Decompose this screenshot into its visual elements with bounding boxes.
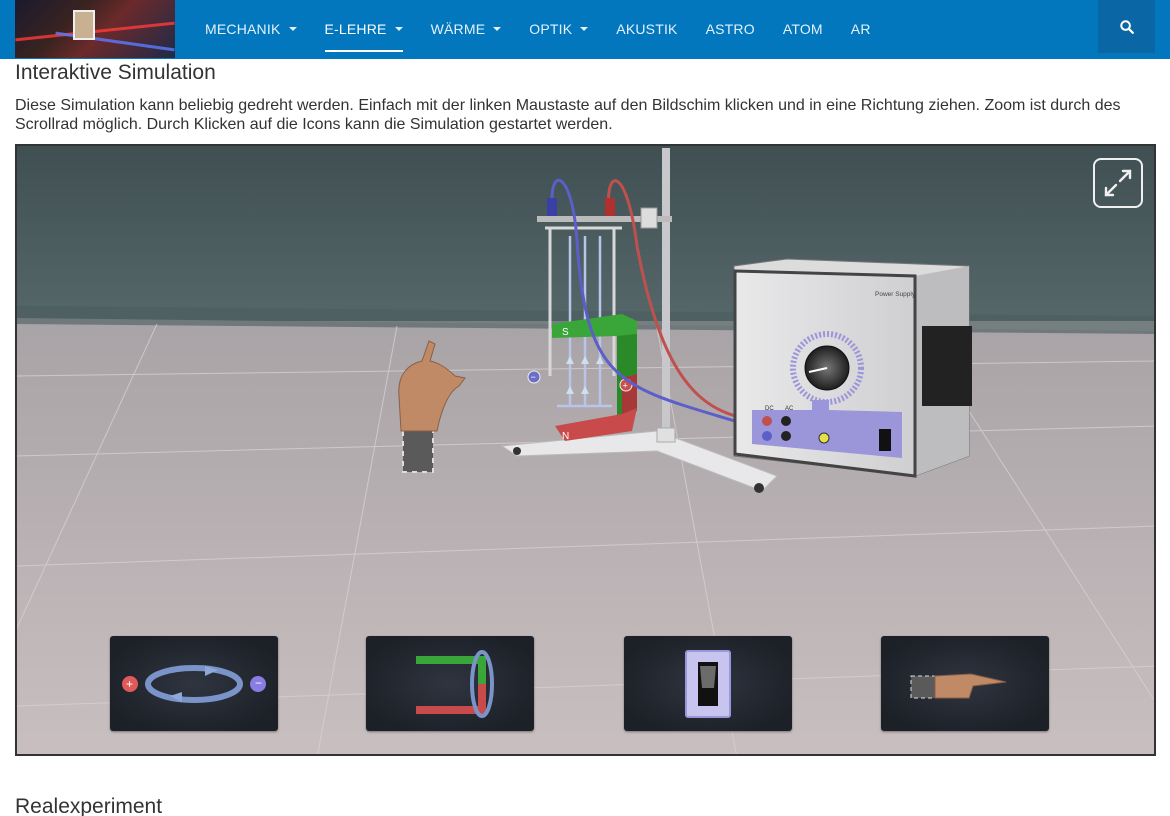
- nav-item-label: AKUSTIK: [616, 21, 678, 37]
- experiment-photo-logo[interactable]: [15, 0, 175, 58]
- nav-item-label: AR: [850, 21, 871, 37]
- nav-item-label: MECHANIK: [205, 21, 281, 37]
- dc-socket-label: DC: [765, 406, 774, 412]
- caret-down-icon: [288, 27, 297, 31]
- caret-down-icon: [493, 27, 502, 31]
- power-switch-control[interactable]: [624, 636, 792, 731]
- nav-item-label: WÄRME: [430, 21, 486, 37]
- fullscreen-icon: [1104, 169, 1132, 197]
- nav-item-ar[interactable]: AR: [837, 0, 885, 58]
- search-icon: [1119, 19, 1134, 34]
- magnet-rotate-control[interactable]: [366, 636, 534, 731]
- nav-item-label: ASTRO: [705, 21, 755, 37]
- nav-item-mechanik[interactable]: MECHANIK: [191, 0, 311, 58]
- polarity-swap-icon: + −: [122, 665, 266, 703]
- power-supply-label: Power Supply: [875, 291, 916, 298]
- svg-text:+: +: [623, 381, 628, 391]
- search-button[interactable]: [1098, 0, 1155, 53]
- main-menu: MECHANIK E-LEHRE WÄRME OPTIK AKUSTIK ASTRO ATO…: [191, 0, 885, 58]
- simulation-canvas[interactable]: S N − + Power Supply DC AC + −: [15, 144, 1156, 756]
- hand-rule-icon: [910, 673, 1007, 699]
- top-navbar: MECHANIK E-LEHRE WÄRME OPTIK AKUSTIK ASTRO ATO…: [0, 0, 1170, 59]
- nav-item-label: ATOM: [782, 21, 823, 37]
- nav-item-wärme[interactable]: WÄRME: [417, 0, 516, 58]
- magnet-north-label: N: [562, 431, 569, 442]
- power-switch-icon: [685, 650, 731, 718]
- nav-item-atom[interactable]: ATOM: [769, 0, 837, 58]
- nav-item-label: OPTIK: [529, 21, 573, 37]
- magnet-south-label: S: [562, 327, 569, 338]
- next-section-title: Realexperiment: [15, 795, 163, 816]
- nav-item-label: E-LEHRE: [324, 21, 387, 37]
- svg-text:+: +: [126, 677, 133, 691]
- ac-socket-label: AC: [785, 406, 794, 412]
- fullscreen-button[interactable]: [1093, 158, 1143, 208]
- hand-rule-control[interactable]: [881, 636, 1049, 731]
- section-title: Interaktive Simulation: [15, 61, 216, 84]
- intro-text: Diese Simulation kann beliebig gedreht w…: [15, 97, 1121, 133]
- nav-item-astro[interactable]: ASTRO: [692, 0, 769, 58]
- caret-down-icon: [394, 27, 403, 31]
- polarity-control[interactable]: + −: [110, 636, 278, 731]
- nav-item-optik[interactable]: OPTIK: [515, 0, 602, 58]
- svg-text:−: −: [255, 676, 262, 690]
- caret-down-icon: [580, 27, 589, 31]
- magnet-rotate-icon: [416, 650, 494, 718]
- svg-text:−: −: [531, 372, 536, 382]
- nav-item-akustik[interactable]: AKUSTIK: [602, 0, 691, 58]
- nav-item-e-lehre[interactable]: E-LEHRE: [311, 0, 417, 58]
